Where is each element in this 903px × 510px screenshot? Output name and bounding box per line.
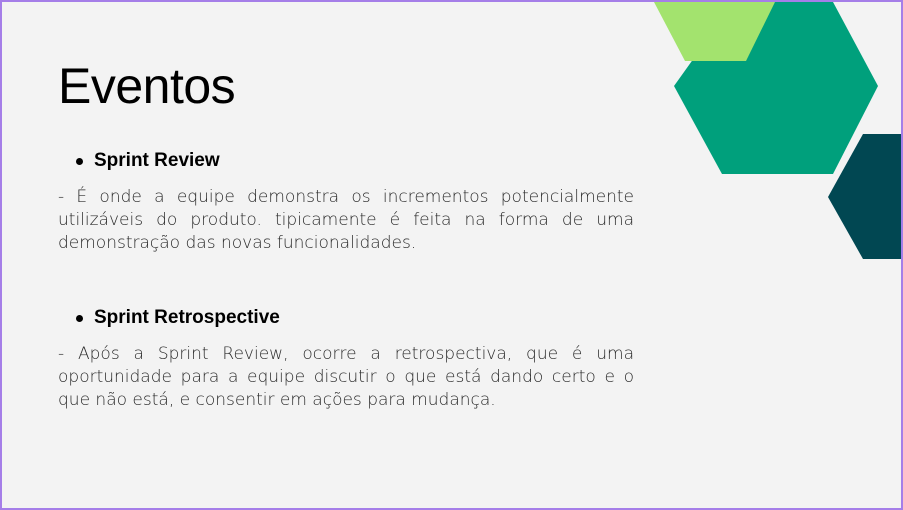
section-heading: Sprint Review bbox=[94, 150, 220, 171]
section-heading: Sprint Retrospective bbox=[94, 307, 280, 328]
bullet-dot-icon bbox=[76, 314, 83, 322]
slide: Eventos Sprint Review - É onde a equipe … bbox=[0, 0, 903, 510]
section-body: - Após a Sprint Review, ocorre a retrosp… bbox=[58, 344, 634, 410]
hexagon-decoration bbox=[654, 2, 901, 259]
section-body: - É onde a equipe demonstra os increment… bbox=[58, 187, 634, 253]
section-sprint-retrospective: Sprint Retrospective - Após a Sprint Rev… bbox=[58, 305, 634, 412]
slide-title: Eventos bbox=[58, 58, 236, 114]
bullet-item: Sprint Retrospective bbox=[58, 305, 634, 331]
section-sprint-review: Sprint Review - É onde a equipe demonstr… bbox=[58, 148, 634, 255]
bullet-item: Sprint Review bbox=[58, 148, 634, 174]
bullet-dot-icon bbox=[76, 157, 83, 165]
